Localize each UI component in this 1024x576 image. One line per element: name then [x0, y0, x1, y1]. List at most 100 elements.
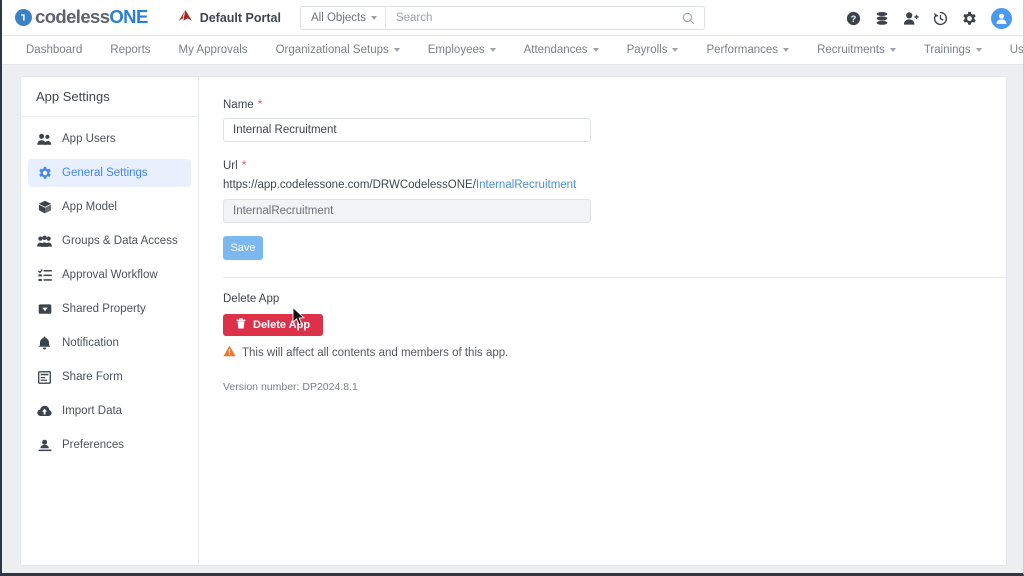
- name-input[interactable]: [223, 118, 591, 142]
- logo-text-accent: ONE: [109, 6, 148, 28]
- sidebar-item-label: Groups & Data Access: [62, 235, 178, 247]
- sidebar-item-notification[interactable]: Notification: [28, 329, 191, 357]
- nav-item-label: Payrolls: [626, 44, 668, 56]
- nav-item-label: Performances: [706, 44, 779, 56]
- portal-selector[interactable]: Default Portal: [178, 9, 281, 27]
- sidebar-item-groups-data-access[interactable]: Groups & Data Access: [28, 227, 191, 255]
- delete-app-button[interactable]: Delete App: [223, 314, 324, 336]
- codeless-one-circle-icon: [15, 9, 32, 26]
- sidebar-item-label: Preferences: [62, 439, 125, 451]
- preferences-icon: [37, 439, 52, 452]
- top-bar: codelessONE Default Portal All Objects S…: [2, 0, 1023, 36]
- name-required-asterisk: *: [257, 97, 263, 111]
- app-settings-card: App Settings App Users General Settings Ap…: [20, 76, 1007, 566]
- sidebar-item-app-users[interactable]: App Users: [28, 125, 191, 153]
- portal-mark-icon: [178, 9, 193, 27]
- name-field-label: Name *: [223, 97, 1006, 111]
- caret-down-icon: [672, 48, 679, 52]
- form-icon: [37, 370, 52, 384]
- sidebar-list: App Users General Settings App Model Groups…: [21, 117, 198, 459]
- nav-item-reports[interactable]: Reports: [110, 44, 150, 56]
- cube-icon: [37, 200, 52, 214]
- nav-item-label: Attendances: [523, 44, 588, 56]
- nav-item-label: Dashboard: [26, 44, 83, 56]
- caret-down-icon: [889, 48, 896, 52]
- bell-icon: [37, 336, 52, 350]
- nav-item-performances[interactable]: Performances: [706, 44, 790, 56]
- logo-text-primary: codeless: [35, 6, 110, 28]
- nav-item-label: My Approvals: [178, 44, 248, 56]
- caret-down-icon: [783, 48, 790, 52]
- svg-text:?: ?: [851, 14, 857, 24]
- save-button[interactable]: Save: [223, 236, 263, 260]
- history-icon[interactable]: [933, 11, 948, 26]
- nav-item-trainings[interactable]: Trainings: [924, 44, 982, 56]
- portal-label: Default Portal: [199, 10, 281, 25]
- caret-down-icon: [975, 48, 982, 52]
- trash-icon: [236, 318, 246, 332]
- nav-item-dashboard[interactable]: Dashboard: [26, 44, 82, 56]
- database-icon[interactable]: [875, 11, 889, 26]
- delete-warning: This will affect all contents and member…: [223, 345, 1006, 360]
- search-icon[interactable]: [682, 12, 704, 25]
- logo-text: codelessONE: [35, 8, 148, 27]
- gear-icon[interactable]: [962, 11, 977, 26]
- top-bar-icons: ?: [846, 0, 1012, 36]
- nav-item-payrolls[interactable]: Payrolls: [627, 44, 679, 56]
- sidebar-item-general-settings[interactable]: General Settings: [28, 159, 191, 187]
- name-label-text: Name: [223, 99, 254, 111]
- url-preview: https://app.codelessone.com/DRWCodelessO…: [223, 179, 1006, 191]
- tag-icon: [37, 303, 52, 316]
- search-scope-select[interactable]: All Objects: [301, 7, 386, 29]
- sidebar-item-shared-property[interactable]: Shared Property: [28, 295, 191, 323]
- sidebar-title: App Settings: [21, 77, 198, 117]
- sidebar-item-preferences[interactable]: Preferences: [28, 431, 191, 459]
- search-scope-label: All Objects: [311, 12, 366, 24]
- sidebar-item-share-form[interactable]: Share Form: [28, 363, 191, 391]
- sidebar-item-label: Share Form: [62, 371, 123, 383]
- sidebar-item-label: Notification: [62, 337, 119, 349]
- settings-sidebar: App Settings App Users General Settings Ap…: [21, 77, 199, 565]
- url-field-label: Url *: [223, 158, 1006, 172]
- cloud-upload-icon: [37, 405, 52, 417]
- nav-item-label: Recruitments: [817, 44, 885, 56]
- url-base-text: https://app.codelessone.com/DRWCodelessO…: [223, 179, 476, 191]
- search-input[interactable]: [385, 12, 682, 24]
- nav-item-recruitments[interactable]: Recruitments: [817, 44, 896, 56]
- delete-app-button-label: Delete App: [253, 319, 311, 331]
- app-logo[interactable]: codelessONE: [15, 8, 148, 27]
- sidebar-item-app-model[interactable]: App Model: [28, 193, 191, 221]
- gear-icon: [37, 166, 52, 180]
- url-label-text: Url: [223, 160, 238, 172]
- nav-item-employees[interactable]: Employees: [428, 44, 496, 56]
- group-access-icon: [37, 235, 52, 248]
- nav-item-organizational-setups[interactable]: Organizational Setups: [276, 44, 400, 56]
- nav-item-my-approvals[interactable]: My Approvals: [179, 44, 248, 56]
- nav-item-label: Trainings: [923, 44, 971, 56]
- url-slug-input[interactable]: [223, 199, 591, 223]
- checklist-icon: [37, 268, 52, 282]
- general-settings-panel: Name * Url * https://app.codelessone.com…: [199, 77, 1006, 565]
- add-user-icon[interactable]: [903, 11, 919, 26]
- global-search: All Objects: [300, 6, 705, 30]
- sidebar-item-label: Import Data: [62, 405, 123, 417]
- caret-down-icon: [370, 16, 377, 20]
- nav-item-user-profiles[interactable]: User Profiles: [1010, 44, 1023, 56]
- sidebar-item-label: Shared Property: [62, 303, 146, 315]
- sidebar-item-label: App Model: [62, 201, 117, 213]
- avatar-icon[interactable]: [991, 7, 1012, 29]
- delete-app-section-title: Delete App: [223, 293, 280, 305]
- sidebar-item-label: Approval Workflow: [62, 269, 158, 281]
- main-navigation: Dashboard Reports My Approvals Organization…: [2, 36, 1023, 65]
- nav-item-label: Reports: [110, 44, 151, 56]
- caret-down-icon: [592, 48, 599, 52]
- help-icon[interactable]: ?: [846, 11, 861, 26]
- nav-item-label: Organizational Setups: [275, 44, 389, 56]
- sidebar-item-import-data[interactable]: Import Data: [28, 397, 191, 425]
- version-number: Version number: DP2024.8.1: [223, 381, 358, 393]
- nav-item-attendances[interactable]: Attendances: [524, 44, 599, 56]
- sidebar-item-approval-workflow[interactable]: Approval Workflow: [28, 261, 191, 289]
- app-window: codelessONE Default Portal All Objects S…: [0, 0, 1024, 576]
- caret-down-icon: [489, 48, 496, 52]
- sidebar-item-label: App Users: [62, 133, 116, 145]
